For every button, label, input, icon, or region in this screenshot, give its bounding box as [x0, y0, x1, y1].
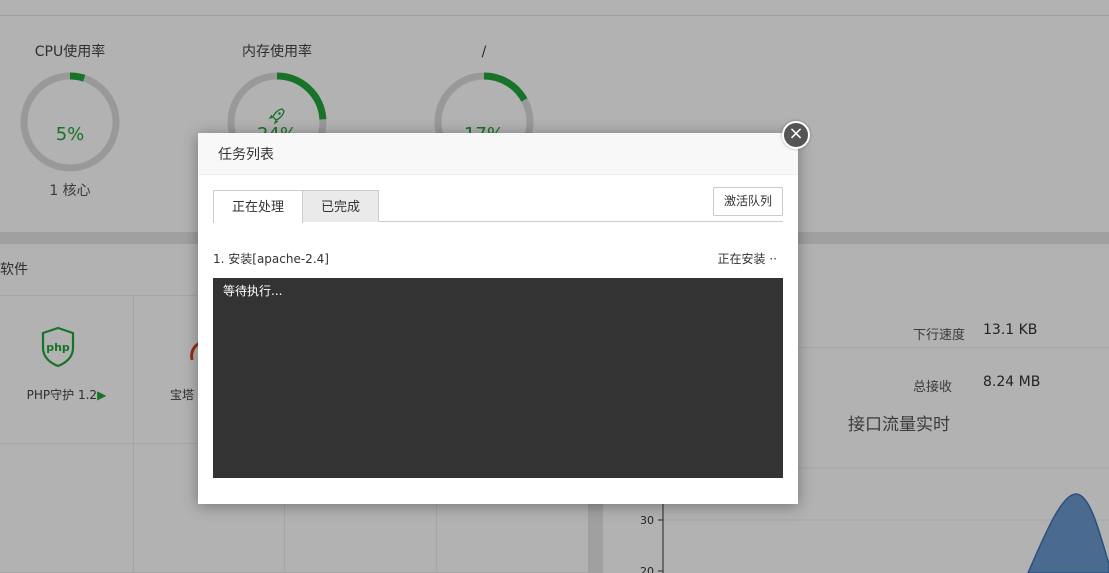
tab-completed[interactable]: 已完成	[302, 190, 379, 222]
activate-queue-button[interactable]: 激活队列	[713, 187, 783, 216]
task-tabs: 正在处理 已完成	[213, 190, 783, 223]
task-console-output: 等待执行...	[213, 278, 783, 478]
task-row: 1. 安装[apache-2.4] 正在安装 ··	[213, 250, 783, 268]
close-icon[interactable]: ×	[782, 121, 810, 149]
tab-processing[interactable]: 正在处理	[213, 190, 303, 223]
task-list-modal: 任务列表 正在处理 已完成 激活队列 1. 安装[apache-2.4] 正在安…	[198, 133, 798, 504]
modal-title: 任务列表	[198, 133, 798, 175]
task-name: 1. 安装[apache-2.4]	[213, 252, 329, 266]
task-status: 正在安装 ··	[717, 252, 777, 266]
